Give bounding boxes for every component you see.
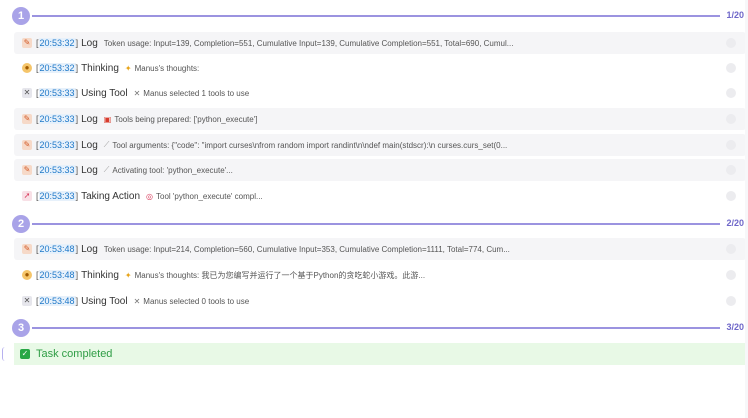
wand-icon: ⟋ (103, 165, 110, 174)
timestamp: 20:53:33 (38, 165, 76, 175)
entry-message: Tools being prepared: ['python_execute'] (114, 114, 258, 124)
task-completed-label: Task completed (36, 348, 113, 360)
entry-message: Tool arguments: {"code": "import curses\… (112, 140, 508, 150)
status-dot (726, 165, 736, 175)
step-number-badge: 1 (12, 7, 30, 25)
thinking-icon: ● (22, 270, 32, 280)
step-header-2: 2 2/20 (12, 213, 748, 235)
sparkle-icon: ✦ (124, 63, 132, 73)
log-icon: ✎ (22, 244, 32, 254)
entry-kind: Log (81, 113, 98, 125)
thinking-icon: ● (22, 63, 32, 73)
entry-message: Manus's thoughts: (134, 63, 200, 73)
log-icon: ✎ (22, 38, 32, 48)
entry-message: Token usage: Input=139, Completion=551, … (103, 38, 514, 48)
step-count: 3/20 (726, 322, 744, 332)
entry-kind: Log (81, 243, 98, 255)
thinking-row[interactable]: ● [ 20:53:32 ] Thinking ✦ Manus's though… (14, 57, 746, 79)
status-dot (726, 88, 736, 98)
step-divider (32, 15, 720, 17)
thinking-row[interactable]: ● [ 20:53:48 ] Thinking ✦ Manus's though… (14, 264, 746, 286)
tool-row[interactable]: ✕ [ 20:53:33 ] Using Tool ✕ Manus select… (14, 82, 746, 104)
step-count: 1/20 (726, 10, 744, 20)
tool-icon: ✕ (22, 296, 32, 306)
step-divider (32, 223, 720, 225)
step-header-1: 1 1/20 (12, 5, 748, 27)
sparkle-icon: ✦ (124, 270, 132, 280)
status-dot (726, 191, 736, 201)
entry-kind: Log (81, 37, 98, 49)
timestamp: 20:53:33 (38, 140, 76, 150)
tool-row[interactable]: ✕ [ 20:53:48 ] Using Tool ✕ Manus select… (14, 290, 746, 312)
status-dot (726, 114, 736, 124)
step-number-badge: 3 (12, 319, 30, 337)
timestamp: 20:53:33 (38, 88, 76, 98)
entry-kind: Taking Action (81, 190, 141, 202)
tools-icon: ✕ (133, 296, 141, 306)
log-icon: ✎ (22, 165, 32, 175)
action-row[interactable]: ➚ [ 20:53:33 ] Taking Action ◎ Tool 'pyt… (14, 185, 746, 207)
wand-icon: ⟋ (103, 140, 110, 149)
log-row[interactable]: ✎ [ 20:53:33 ] Log ▣ Tools being prepare… (14, 108, 746, 130)
target-icon: ◎ (146, 191, 153, 201)
entry-message: Token usage: Input=214, Completion=560, … (103, 244, 510, 254)
entry-message: Manus selected 0 tools to use (143, 296, 250, 306)
entry-kind: Thinking (81, 269, 119, 281)
entry-message: Tool 'python_execute' compl... (156, 191, 263, 201)
status-dot (726, 63, 736, 73)
toolbox-icon: ▣ (103, 114, 112, 124)
log-row[interactable]: ✎ [ 20:53:32 ] Log Token usage: Input=13… (14, 32, 746, 54)
entry-message: Activating tool: 'python_execute'... (112, 165, 233, 175)
log-icon: ✎ (22, 140, 32, 150)
timestamp: 20:53:48 (38, 296, 76, 306)
step-number-badge: 2 (12, 215, 30, 233)
timestamp: 20:53:32 (38, 38, 76, 48)
tools-icon: ✕ (133, 88, 141, 98)
entry-kind: Log (81, 139, 98, 151)
status-dot (726, 270, 736, 280)
entry-kind: Log (81, 164, 98, 176)
log-row[interactable]: ✎ [ 20:53:33 ] Log ⟋ Activating tool: 'p… (14, 159, 746, 181)
entry-kind: Using Tool (81, 87, 128, 99)
step-count: 2/20 (726, 218, 744, 228)
task-completed-banner: ✓ Task completed (14, 343, 748, 365)
entry-message: Manus's thoughts: 我已为您编写并运行了一个基于Python的贪… (134, 270, 426, 280)
entry-message: Manus selected 1 tools to use (143, 88, 250, 98)
status-dot (726, 296, 736, 306)
entry-kind: Using Tool (81, 295, 128, 307)
timestamp: 20:53:48 (38, 244, 76, 254)
bracket-decoration (2, 347, 6, 361)
action-icon: ➚ (22, 191, 32, 201)
status-dot (726, 140, 736, 150)
log-icon: ✎ (22, 114, 32, 124)
timestamp: 20:53:32 (38, 63, 76, 73)
log-row[interactable]: ✎ [ 20:53:48 ] Log Token usage: Input=21… (14, 238, 746, 260)
entry-kind: Thinking (81, 62, 119, 74)
timestamp: 20:53:33 (38, 114, 76, 124)
tool-icon: ✕ (22, 88, 32, 98)
timestamp: 20:53:48 (38, 270, 76, 280)
step-header-3: 3 3/20 (12, 317, 748, 339)
status-dot (726, 38, 736, 48)
check-icon: ✓ (20, 349, 30, 359)
step-divider (32, 327, 720, 329)
log-row[interactable]: ✎ [ 20:53:33 ] Log ⟋ Tool arguments: {"c… (14, 134, 746, 156)
status-dot (726, 244, 736, 254)
timestamp: 20:53:33 (38, 191, 76, 201)
